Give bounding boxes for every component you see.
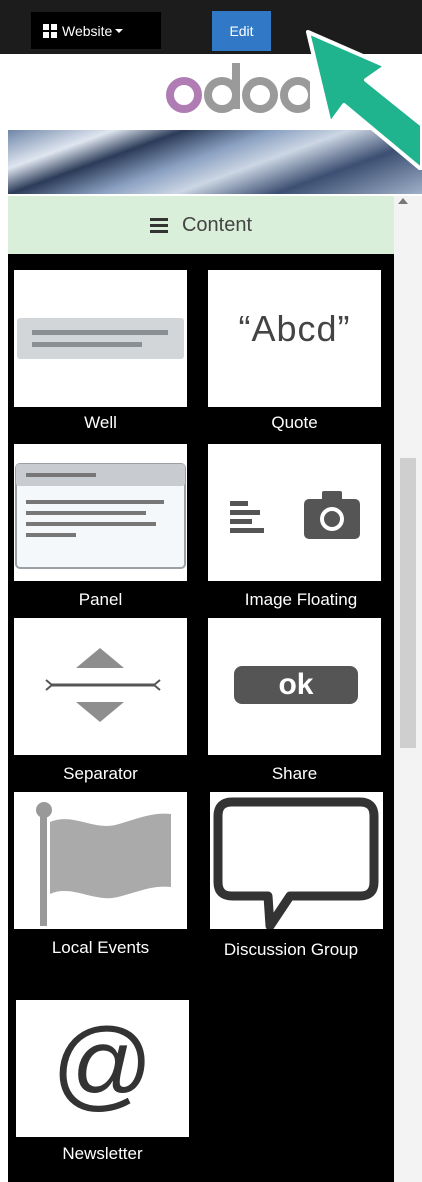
website-menu-button[interactable]: Website — [31, 12, 161, 49]
snippet-image-floating[interactable] — [208, 444, 381, 581]
snippet-sidebar: Content Well “Abcd” Quote Panel Image Fl… — [8, 196, 394, 1182]
snippet-share[interactable]: ok — [208, 618, 381, 755]
image-floating-icon — [230, 491, 360, 539]
website-menu-label: Website — [62, 22, 113, 39]
quote-icon: “Abcd” — [238, 308, 351, 349]
scroll-up-icon[interactable] — [398, 198, 408, 204]
well-icon — [17, 318, 184, 359]
speech-bubble-icon — [213, 797, 379, 931]
menu-icon — [149, 215, 168, 236]
share-ok-text: ok — [278, 668, 314, 701]
snippet-label: Well — [84, 413, 117, 432]
scrollbar-thumb[interactable] — [400, 458, 416, 748]
grid-icon — [43, 23, 57, 38]
snippet-label: Separator — [63, 764, 138, 783]
content-header-label: Content — [181, 213, 253, 236]
snippet-discussion-group[interactable] — [210, 792, 383, 931]
edit-button[interactable]: Edit — [212, 11, 271, 51]
snippet-label: Image Floating — [244, 590, 358, 609]
snippet-well[interactable] — [14, 270, 187, 407]
snippet-label: Share — [271, 764, 318, 783]
page-scroll-area — [394, 196, 422, 1182]
snippet-newsletter[interactable]: @ — [16, 1000, 189, 1137]
annotation-arrow-icon — [306, 30, 422, 170]
odoo-logo — [166, 63, 310, 113]
at-sign-icon: @ — [51, 1008, 154, 1120]
snippet-panel[interactable] — [14, 444, 187, 581]
snippet-local-events[interactable] — [14, 792, 187, 929]
flag-icon — [36, 802, 171, 926]
snippet-label: Quote — [271, 413, 318, 432]
snippet-label: Panel — [78, 590, 123, 609]
snippet-label: Discussion Group — [223, 940, 359, 959]
share-icon: ok — [234, 666, 358, 704]
snippet-label: Local Events — [51, 938, 150, 957]
separator-icon — [45, 648, 161, 722]
caret-down-icon — [115, 28, 124, 33]
snippet-separator[interactable] — [14, 618, 187, 755]
snippet-label: Newsletter — [62, 1144, 143, 1163]
snippet-quote[interactable]: “Abcd” — [208, 270, 381, 407]
panel-icon — [15, 463, 186, 569]
content-category-header[interactable]: Content — [8, 196, 394, 254]
